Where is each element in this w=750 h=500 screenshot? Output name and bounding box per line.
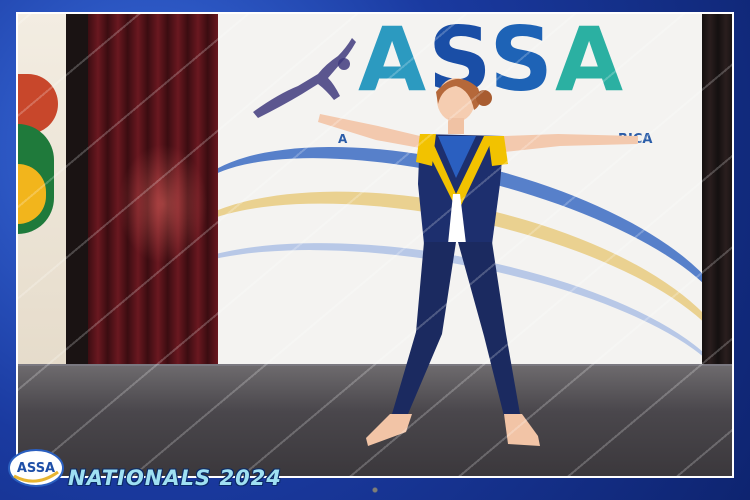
right-curtain	[702, 14, 732, 394]
footer-logo-text: ASSA	[17, 461, 55, 476]
dark-curtain-edge	[66, 14, 88, 394]
assa-footer-logo-icon: ASSA	[8, 449, 64, 487]
stage-photo: ASSA A RICA	[16, 12, 734, 478]
photo-frame: ASSA A RICA	[0, 0, 750, 500]
curtain-light	[118, 144, 208, 264]
event-title: NATIONALS 2024	[68, 466, 282, 490]
dancer-figure	[318, 78, 638, 446]
